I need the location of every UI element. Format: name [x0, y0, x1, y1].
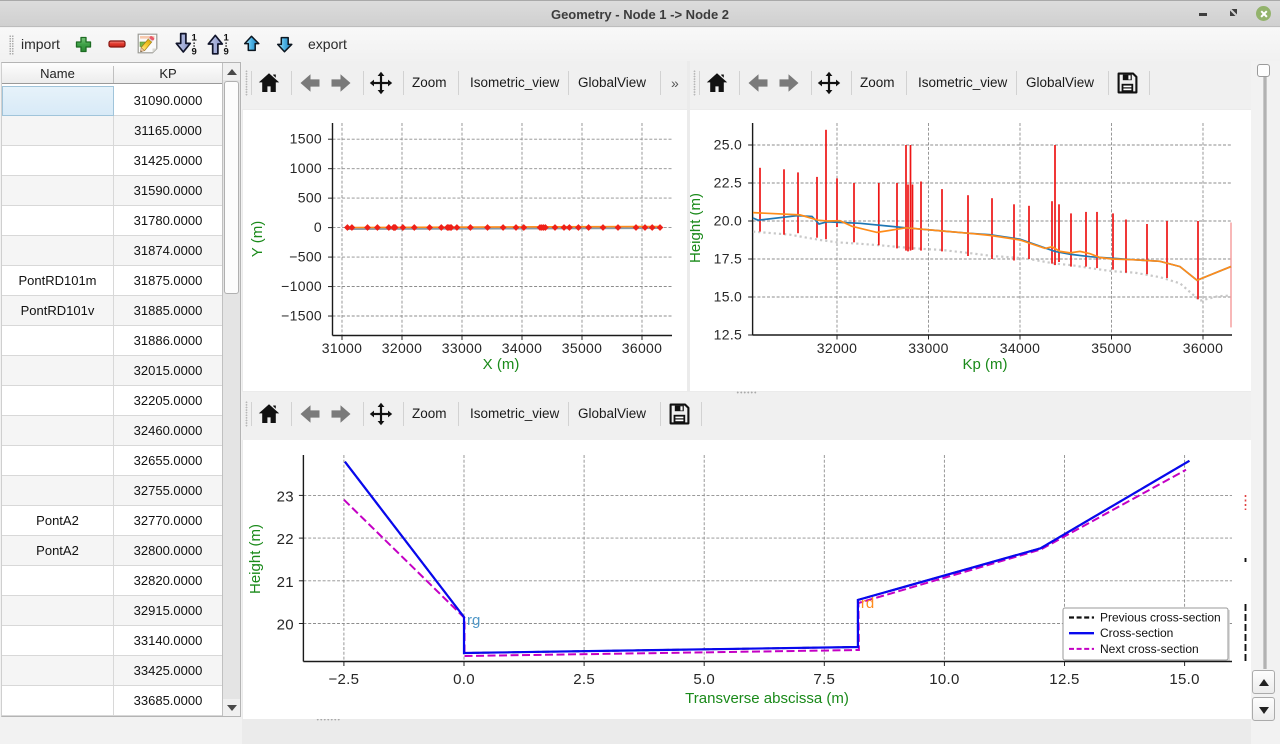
svg-text:rd: rd — [861, 595, 874, 612]
svg-text:15.0: 15.0 — [714, 289, 742, 305]
svg-text:−1500: −1500 — [281, 308, 322, 324]
svg-text:35000: 35000 — [562, 340, 602, 356]
svg-text:10.0: 10.0 — [929, 671, 959, 688]
svg-text:−1000: −1000 — [281, 278, 322, 294]
svg-text:Y (m): Y (m) — [249, 221, 266, 257]
svg-text:34000: 34000 — [502, 340, 542, 356]
svg-text:32000: 32000 — [382, 340, 422, 356]
svg-text:Cross-section: Cross-section — [1100, 626, 1173, 640]
svg-text:0.0: 0.0 — [453, 671, 475, 688]
svg-text:5.0: 5.0 — [693, 671, 715, 688]
svg-text:20.0: 20.0 — [714, 213, 742, 229]
svg-text:500: 500 — [298, 190, 322, 206]
svg-text:32000: 32000 — [817, 340, 857, 356]
svg-text:Height (m): Height (m) — [690, 193, 704, 263]
svg-text:−500: −500 — [289, 249, 322, 265]
svg-text:9: 9 — [224, 47, 229, 57]
svg-text:35000: 35000 — [1091, 340, 1131, 356]
svg-text:31000: 31000 — [322, 340, 362, 356]
svg-text:36000: 36000 — [622, 340, 662, 356]
svg-text:36000: 36000 — [1183, 340, 1223, 356]
svg-text:9: 9 — [192, 47, 197, 57]
svg-text:25.0: 25.0 — [714, 137, 742, 153]
svg-text:12.5: 12.5 — [1049, 671, 1079, 688]
svg-text:−2.5: −2.5 — [328, 671, 359, 688]
svg-text:22: 22 — [277, 531, 294, 548]
svg-text:20: 20 — [277, 617, 294, 634]
svg-text:22.5: 22.5 — [714, 175, 742, 191]
svg-text:Kp (m): Kp (m) — [963, 356, 1008, 373]
svg-text:7.5: 7.5 — [813, 671, 835, 688]
svg-text:21: 21 — [277, 574, 294, 591]
svg-text:33000: 33000 — [908, 340, 948, 356]
svg-text:rg: rg — [467, 612, 480, 629]
svg-text:Next cross-section: Next cross-section — [1100, 642, 1199, 656]
svg-text:15.0: 15.0 — [1169, 671, 1199, 688]
svg-text:1000: 1000 — [290, 160, 322, 176]
svg-text:Transverse abscissa (m): Transverse abscissa (m) — [685, 690, 849, 707]
svg-text:17.5: 17.5 — [714, 251, 742, 267]
svg-text:Height (m): Height (m) — [247, 524, 264, 594]
svg-text:1500: 1500 — [290, 131, 322, 147]
svg-text:Previous cross-section: Previous cross-section — [1100, 611, 1221, 625]
svg-text:0: 0 — [314, 219, 322, 235]
svg-text:23: 23 — [277, 488, 294, 505]
svg-text:33000: 33000 — [442, 340, 482, 356]
svg-text:X (m): X (m) — [483, 356, 520, 373]
svg-text:2.5: 2.5 — [573, 671, 595, 688]
svg-text:34000: 34000 — [1000, 340, 1040, 356]
svg-text:1: 1 — [224, 33, 230, 44]
svg-text:1: 1 — [192, 33, 198, 44]
svg-text:12.5: 12.5 — [714, 327, 742, 343]
